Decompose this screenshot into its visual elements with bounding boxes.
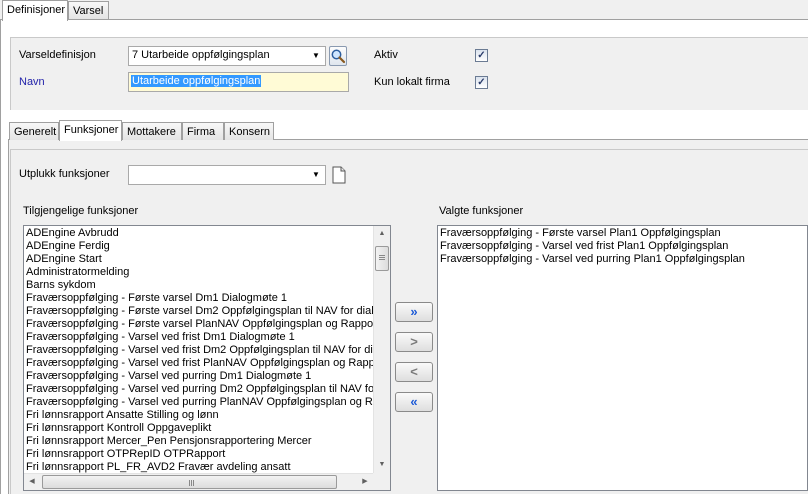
list-item[interactable]: Fraværsoppfølging - Varsel ved purring P…: [438, 253, 807, 266]
tab-label: Konsern: [229, 126, 270, 138]
search-button[interactable]: [329, 46, 347, 66]
list-item[interactable]: Fraværsoppfølging - Varsel ved frist Dm1…: [24, 331, 390, 344]
tab-firma[interactable]: Firma: [182, 122, 224, 140]
available-functions-list[interactable]: ADEngine Avbrudd ADEngine Ferdig ADEngine …: [23, 225, 391, 491]
scroll-thumb[interactable]: [42, 475, 337, 489]
double-chevron-right-icon: »: [410, 304, 418, 319]
navn-input[interactable]: Utarbeide oppfølgingsplan: [128, 72, 349, 92]
scroll-left-icon[interactable]: ◀: [24, 474, 40, 490]
tab-label: Mottakere: [127, 126, 176, 138]
list-item[interactable]: Fri lønnsrapport Ansatte Stilling og løn…: [24, 409, 390, 422]
checkmark-icon: ✓: [477, 77, 486, 88]
list-item[interactable]: Fri lønnsrapport OTPRepID OTPRapport: [24, 448, 390, 461]
tab-generelt[interactable]: Generelt: [9, 122, 59, 140]
document-icon: [332, 166, 346, 184]
tab-varsel[interactable]: Varsel: [68, 1, 109, 19]
list-item[interactable]: Fraværsoppfølging - Varsel ved frist Pla…: [24, 357, 390, 370]
top-tabstrip: Definisjoner Varsel: [0, 0, 808, 21]
tab-mottakere[interactable]: Mottakere: [122, 122, 182, 140]
new-document-button[interactable]: [331, 165, 349, 185]
tab-definisjoner[interactable]: Definisjoner: [2, 0, 68, 21]
double-chevron-left-icon: «: [410, 394, 418, 409]
navn-value: Utarbeide oppfølgingsplan: [131, 75, 262, 87]
checkmark-icon: ✓: [477, 50, 486, 61]
varseldefinisjon-label: Varseldefinisjon: [19, 49, 96, 61]
varseldefinisjon-value: 7 Utarbeide oppfølgingsplan: [132, 49, 270, 61]
list-item[interactable]: Fraværsoppfølging - Varsel ved frist Pla…: [438, 240, 807, 253]
list-item[interactable]: Fraværsoppfølging - Varsel ved purring D…: [24, 370, 390, 383]
list-item[interactable]: Barns sykdom: [24, 279, 390, 292]
list-item[interactable]: Fraværsoppfølging - Første varsel Dm2 Op…: [24, 305, 390, 318]
scroll-right-icon[interactable]: ▶: [357, 474, 373, 490]
chevron-right-icon: >: [410, 334, 418, 349]
tab-label: Generelt: [14, 126, 57, 138]
list-item[interactable]: Fraværsoppfølging - Varsel ved purring P…: [24, 396, 390, 409]
list-item[interactable]: Fraværsoppfølging - Første varsel PlanNA…: [24, 318, 390, 331]
inner-tabstrip: Generelt Funksjoner Mottakere Firma Kons…: [8, 120, 808, 141]
chevron-down-icon[interactable]: ▼: [309, 48, 323, 64]
selected-functions-list[interactable]: Fraværsoppfølging - Første varsel Plan1 …: [437, 225, 808, 491]
available-functions-label: Tilgjengelige funksjoner: [23, 205, 139, 217]
list-item[interactable]: Fraværsoppfølging - Varsel ved purring D…: [24, 383, 390, 396]
selected-functions-label: Valgte funksjoner: [439, 205, 524, 217]
add-all-button[interactable]: »: [395, 302, 433, 322]
available-rows: ADEngine Avbrudd ADEngine Ferdig ADEngine …: [24, 226, 390, 474]
selected-rows: Fraværsoppfølging - Første varsel Plan1 …: [438, 226, 807, 266]
list-item[interactable]: Fraværsoppfølging - Første varsel Dm1 Di…: [24, 292, 390, 305]
remove-all-button[interactable]: «: [395, 392, 433, 412]
varseldefinisjon-dropdown[interactable]: 7 Utarbeide oppfølgingsplan ▼: [128, 46, 326, 66]
list-item[interactable]: ADEngine Start: [24, 253, 390, 266]
scroll-thumb[interactable]: [375, 246, 389, 271]
list-item[interactable]: Fraværsoppfølging - Varsel ved frist Dm2…: [24, 344, 390, 357]
kun-lokalt-firma-label: Kun lokalt firma: [374, 76, 450, 88]
chevron-down-icon[interactable]: ▼: [309, 167, 323, 183]
scroll-corner: [373, 473, 390, 490]
chevron-left-icon: <: [410, 364, 418, 379]
add-one-button[interactable]: >: [395, 332, 433, 352]
utplukk-funksjoner-dropdown[interactable]: ▼: [128, 165, 326, 185]
aktiv-label: Aktiv: [374, 49, 398, 61]
remove-one-button[interactable]: <: [395, 362, 433, 382]
list-item[interactable]: Administratormelding: [24, 266, 390, 279]
tab-label: Definisjoner: [7, 4, 66, 16]
tab-konsern[interactable]: Konsern: [224, 122, 274, 140]
scroll-up-icon[interactable]: ▲: [374, 226, 390, 242]
list-item[interactable]: Fri lønnsrapport Kontroll Oppgaveplikt: [24, 422, 390, 435]
tab-label: Funksjoner: [64, 124, 119, 136]
tab-label: Varsel: [73, 5, 104, 17]
horizontal-scrollbar[interactable]: ◀ ▶: [24, 473, 373, 490]
tab-label: Firma: [187, 126, 216, 138]
utplukk-funksjoner-label: Utplukk funksjoner: [19, 168, 110, 180]
tab-funksjoner[interactable]: Funksjoner: [59, 120, 122, 141]
list-item[interactable]: ADEngine Ferdig: [24, 240, 390, 253]
kun-lokalt-firma-checkbox[interactable]: ✓: [475, 76, 488, 89]
aktiv-checkbox[interactable]: ✓: [475, 49, 488, 62]
list-item[interactable]: Fri lønnsrapport Mercer_Pen Pensjonsrapp…: [24, 435, 390, 448]
navn-label: Navn: [19, 76, 45, 88]
list-item[interactable]: ADEngine Avbrudd: [24, 227, 390, 240]
vertical-scrollbar[interactable]: ▲ ▼: [373, 226, 390, 473]
search-icon: [331, 49, 346, 64]
scroll-down-icon[interactable]: ▼: [374, 457, 390, 473]
list-item[interactable]: Fraværsoppfølging - Første varsel Plan1 …: [438, 227, 807, 240]
